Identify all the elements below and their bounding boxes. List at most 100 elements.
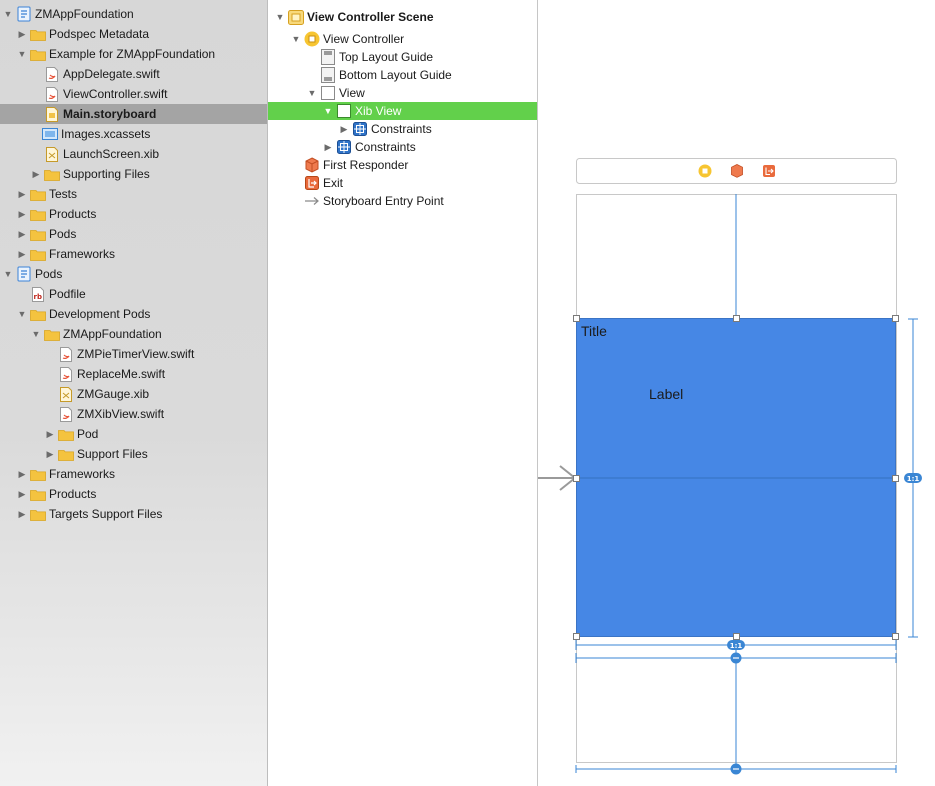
layout-guide-icon [320,67,336,83]
nav-item-label: Products [49,487,97,501]
folder-icon [30,206,46,222]
disclosure-expanded-icon[interactable]: ▼ [322,105,334,117]
nav-item-viewcontroller[interactable]: ViewController.swift [0,84,267,104]
view-controller-icon [304,31,320,47]
nav-item-podfile[interactable]: rb Podfile [0,284,267,304]
outline-item-first-responder[interactable]: First Responder [268,156,537,174]
project-icon [16,6,32,22]
nav-item-tests[interactable]: ▶ Tests [0,184,267,204]
outline-item-view-controller[interactable]: ▼ View Controller [268,30,537,48]
nav-item-zmpietimerview[interactable]: ZMPieTimerView.swift [0,344,267,364]
content-label[interactable]: Label [649,386,683,402]
outline-item-bottom-layout-guide[interactable]: Bottom Layout Guide [268,66,537,84]
folder-icon [44,326,60,342]
disclosure-collapsed-icon[interactable]: ▶ [16,228,28,240]
nav-item-images-xcassets[interactable]: Images.xcassets [0,124,267,144]
xcode-window: ▼ ZMAppFoundation ▶ Podspec Metadata ▼ E… [0,0,935,786]
disclosure-collapsed-icon[interactable]: ▶ [322,141,334,153]
outline-item-scene[interactable]: ▼ View Controller Scene [268,8,537,26]
exit-icon[interactable] [763,165,775,177]
title-label[interactable]: Title [581,323,607,339]
exit-icon [304,175,320,191]
nav-item-launchscreen[interactable]: LaunchScreen.xib [0,144,267,164]
disclosure-expanded-icon[interactable]: ▼ [30,328,42,340]
disclosure-expanded-icon[interactable]: ▼ [2,8,14,20]
disclosure-collapsed-icon[interactable]: ▶ [44,448,56,460]
disclosure-collapsed-icon[interactable]: ▶ [44,428,56,440]
outline-item-exit[interactable]: Exit [268,174,537,192]
nav-item-supporting-files[interactable]: ▶ Supporting Files [0,164,267,184]
nav-item-targets-support-files[interactable]: ▶ Targets Support Files [0,504,267,524]
equal-width-badge-bottom[interactable] [730,763,742,775]
disclosure-collapsed-icon[interactable]: ▶ [16,468,28,480]
aspect-ratio-badge-side[interactable]: 1:1 [904,473,922,483]
nav-item-products[interactable]: ▶ Products [0,204,267,224]
outline-item-storyboard-entry-point[interactable]: Storyboard Entry Point [268,192,537,210]
nav-item-podspec-metadata[interactable]: ▶ Podspec Metadata [0,24,267,44]
nav-item-project-pods[interactable]: ▼ Pods [0,264,267,284]
nav-item-appdelegate[interactable]: AppDelegate.swift [0,64,267,84]
nav-item-label: Targets Support Files [49,507,163,521]
nav-item-frameworks[interactable]: ▶ Frameworks [0,244,267,264]
outline-item-view-constraints[interactable]: ▶ Constraints [268,138,537,156]
nav-item-label: ZMXibView.swift [77,407,165,421]
nav-item-zmxibview[interactable]: ZMXibView.swift [0,404,267,424]
outline-item-label: Bottom Layout Guide [339,68,452,82]
swift-file-icon [58,406,74,422]
nav-item-pod[interactable]: ▶ Pod [0,424,267,444]
storyboard-canvas[interactable]: 1:1 1:1 Title Label [538,0,935,786]
disclosure-collapsed-icon[interactable]: ▶ [16,508,28,520]
first-responder-icon[interactable] [731,164,743,178]
outline-item-view[interactable]: ▼ View [268,84,537,102]
nav-item-pods-products[interactable]: ▶ Products [0,484,267,504]
svg-text:1:1: 1:1 [907,475,920,483]
folder-icon [44,166,60,182]
aspect-ratio-badge-bottom[interactable]: 1:1 [727,640,745,650]
folder-icon [30,486,46,502]
outline-item-label: First Responder [323,158,409,172]
swift-file-icon [44,66,60,82]
disclosure-collapsed-icon[interactable]: ▶ [16,488,28,500]
nav-item-pods-frameworks[interactable]: ▶ Frameworks [0,464,267,484]
disclosure-collapsed-icon[interactable]: ▶ [30,168,42,180]
disclosure-collapsed-icon[interactable]: ▶ [16,188,28,200]
disclosure-collapsed-icon[interactable]: ▶ [16,28,28,40]
equal-width-badge[interactable] [730,652,742,664]
nav-item-pods-folder[interactable]: ▶ Pods [0,224,267,244]
nav-item-label: ViewController.swift [63,87,168,101]
nav-item-main-storyboard[interactable]: Main.storyboard [0,104,267,124]
svg-text:rb: rb [34,293,42,301]
outline-item-xib-view[interactable]: ▼ Xib View [268,102,537,120]
outline-item-label: View Controller [323,32,405,46]
view-icon [336,103,352,119]
disclosure-expanded-icon[interactable]: ▼ [16,308,28,320]
view-controller-icon[interactable] [698,164,712,178]
ruby-file-icon: rb [30,286,46,302]
nav-item-label: ZMPieTimerView.swift [77,347,195,361]
disclosure-expanded-icon[interactable]: ▼ [16,48,28,60]
nav-item-project-zmappfoundation[interactable]: ▼ ZMAppFoundation [0,4,267,24]
nav-item-zmappfoundation-folder[interactable]: ▼ ZMAppFoundation [0,324,267,344]
outline-item-xib-constraints[interactable]: ▶ Constraints [268,120,537,138]
nav-item-replaceme[interactable]: ReplaceMe.swift [0,364,267,384]
disclosure-expanded-icon[interactable]: ▼ [290,33,302,45]
disclosure-expanded-icon[interactable]: ▼ [274,11,286,23]
disclosure-expanded-icon[interactable]: ▼ [306,87,318,99]
folder-icon [58,446,74,462]
outline-item-label: Constraints [371,122,432,136]
entry-point-arrow[interactable] [538,465,577,491]
nav-item-example-group[interactable]: ▼ Example for ZMAppFoundation [0,44,267,64]
folder-icon [30,26,46,42]
disclosure-collapsed-icon[interactable]: ▶ [338,123,350,135]
nav-item-label: ZMAppFoundation [63,327,162,341]
disclosure-collapsed-icon[interactable]: ▶ [16,208,28,220]
disclosure-collapsed-icon[interactable]: ▶ [16,248,28,260]
outline-item-top-layout-guide[interactable]: Top Layout Guide [268,48,537,66]
disclosure-expanded-icon[interactable]: ▼ [2,268,14,280]
nav-item-support-files[interactable]: ▶ Support Files [0,444,267,464]
nav-item-zmgauge-xib[interactable]: ZMGauge.xib [0,384,267,404]
nav-item-development-pods[interactable]: ▼ Development Pods [0,304,267,324]
nav-item-label: Podfile [49,287,86,301]
layout-guide-icon [320,49,336,65]
nav-item-label: Example for ZMAppFoundation [49,47,216,61]
